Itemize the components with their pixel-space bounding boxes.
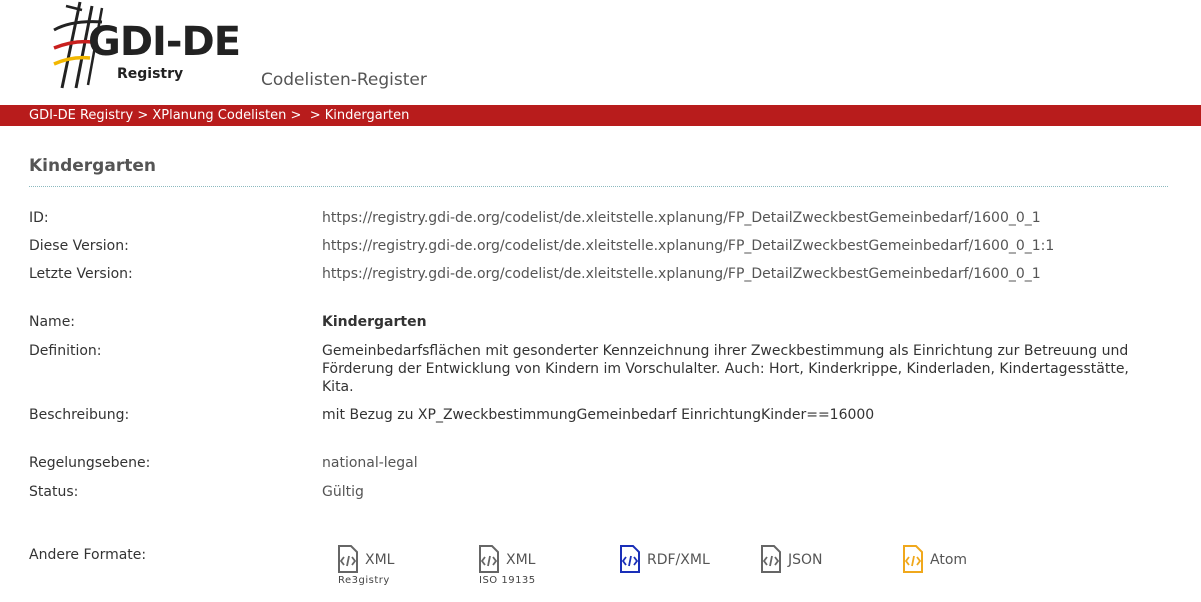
breadcrumb-item-xplanung[interactable]: XPlanung Codelisten [152, 108, 286, 123]
formats-label: Andere Formate: [29, 547, 147, 563]
code-file-icon [620, 545, 640, 573]
code-file-icon [479, 545, 499, 573]
format-label: XML [506, 552, 536, 568]
code-file-icon [338, 545, 358, 573]
name-label: Name: [29, 314, 76, 330]
format-json-link[interactable]: JSON [760, 543, 880, 591]
description-label: Beschreibung: [29, 407, 130, 423]
format-sublabel: ISO 19135 [479, 575, 536, 586]
level-value: national-legal [322, 455, 418, 471]
breadcrumb: GDI-DE Registry > XPlanung Codelisten > … [0, 105, 1201, 126]
id-label: ID: [29, 210, 49, 226]
name-value: Kindergarten [322, 314, 427, 330]
page-title: Kindergarten [29, 156, 156, 176]
format-atom-link[interactable]: Atom [902, 543, 1022, 591]
status-label: Status: [29, 484, 79, 500]
id-value[interactable]: https://registry.gdi-de.org/codelist/de.… [322, 210, 1041, 226]
definition-value: Gemeinbedarfsflächen mit gesonderter Ken… [322, 343, 1129, 395]
breadcrumb-separator: > [305, 108, 325, 123]
this-version-value[interactable]: https://registry.gdi-de.org/codelist/de.… [322, 238, 1054, 254]
logo-subtext: Registry [117, 66, 184, 82]
definition-label: Definition: [29, 343, 102, 359]
format-rdf-xml-link[interactable]: RDF/XML [619, 543, 739, 591]
status-value: Gültig [322, 484, 364, 500]
format-xml-iso19135-link[interactable]: XML ISO 19135 [478, 543, 598, 591]
level-label: Regelungsebene: [29, 455, 151, 471]
site-subtitle: Codelisten-Register [261, 70, 427, 90]
latest-version-value[interactable]: https://registry.gdi-de.org/codelist/de.… [322, 266, 1041, 282]
site-header: GDI-DE Registry Codelisten-Register [0, 0, 1201, 105]
description-value: mit Bezug zu XP_ZweckbestimmungGemeinbed… [322, 407, 875, 423]
gdi-de-logo[interactable]: GDI-DE Registry [52, 0, 242, 100]
format-label: JSON [788, 552, 823, 568]
breadcrumb-item-current: Kindergarten [324, 108, 410, 123]
code-file-icon [903, 545, 923, 573]
latest-version-label: Letzte Version: [29, 266, 133, 282]
format-label: RDF/XML [647, 552, 710, 568]
logo-text: GDI-DE [88, 19, 241, 65]
code-file-icon [761, 545, 781, 573]
title-divider [29, 186, 1168, 187]
this-version-label: Diese Version: [29, 238, 129, 254]
format-label: XML [365, 552, 395, 568]
format-sublabel: Re3gistry [338, 575, 390, 586]
breadcrumb-separator: > [286, 108, 306, 123]
format-xml-re3gistry-link[interactable]: XML Re3gistry [337, 543, 457, 591]
breadcrumb-separator: > [133, 108, 153, 123]
breadcrumb-item-registry[interactable]: GDI-DE Registry [29, 108, 133, 123]
format-label: Atom [930, 552, 968, 568]
